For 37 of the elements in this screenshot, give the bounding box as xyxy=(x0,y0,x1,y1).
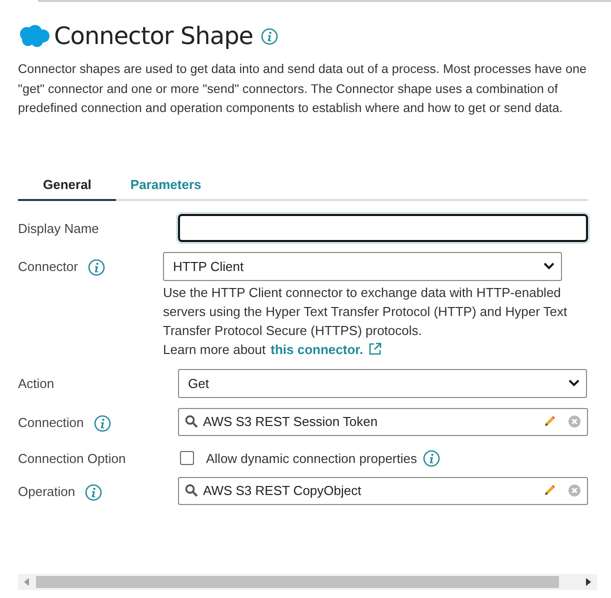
page-title: Connector Shape xyxy=(54,22,254,50)
pencil-icon[interactable] xyxy=(543,415,556,428)
info-icon[interactable] xyxy=(85,484,102,500)
dropdown[interactable]: Get xyxy=(178,368,587,398)
info-icon[interactable] xyxy=(261,28,278,44)
search-icon xyxy=(185,415,198,428)
info-icon[interactable] xyxy=(88,258,105,276)
description: Connector shapes are used to get data into and send data out of a process. Most processes have one "get" connector and one or more "send" connectors. The Connector shape uses a combination of predefined connection and operation components to establish where and how to get or send data. xyxy=(18,61,588,117)
info-icon[interactable] xyxy=(423,450,440,466)
field-label: Action xyxy=(18,376,54,390)
field-label: Connector xyxy=(18,258,78,274)
tab[interactable]: General xyxy=(18,170,116,200)
scroll-left-icon[interactable] xyxy=(22,577,32,587)
field-label: Operation xyxy=(18,484,76,498)
learn-more-text: Learn more about xyxy=(163,340,266,358)
help-text: Use the HTTP Client connector to exchange data with HTTP-enabled servers using the Hyper Text Transfer Protocol (HTTP) and Hyper Text Transfer Protocol Secure (HTTPS) protocols. xyxy=(163,284,568,340)
text-field[interactable] xyxy=(178,214,588,242)
checkbox-label: Allow dynamic connection properties xyxy=(206,450,417,466)
scrollbar-thumb[interactable] xyxy=(36,576,559,588)
connector-link[interactable]: this connector. xyxy=(270,340,364,358)
tab[interactable]: Parameters xyxy=(116,170,216,200)
info-icon[interactable] xyxy=(94,414,111,432)
cloud-icon xyxy=(18,24,50,48)
field-label: Display Name xyxy=(18,220,99,236)
scroll-right-icon[interactable] xyxy=(583,577,593,587)
pencil-icon[interactable] xyxy=(543,484,556,497)
field-label: Connection Option xyxy=(18,450,126,466)
chevron-down-icon xyxy=(543,262,555,270)
search-icon xyxy=(185,484,198,497)
scrollbar[interactable] xyxy=(18,574,597,590)
field-label: Connection xyxy=(18,414,84,430)
lookup-field[interactable]: AWS S3 REST CopyObject xyxy=(178,476,588,504)
lookup-field[interactable]: AWS S3 REST Session Token xyxy=(178,408,588,436)
chevron-down-icon xyxy=(568,379,580,387)
external-link-icon[interactable] xyxy=(368,342,382,356)
checkbox[interactable] xyxy=(180,451,194,465)
dropdown[interactable]: HTTP Client xyxy=(163,252,562,280)
